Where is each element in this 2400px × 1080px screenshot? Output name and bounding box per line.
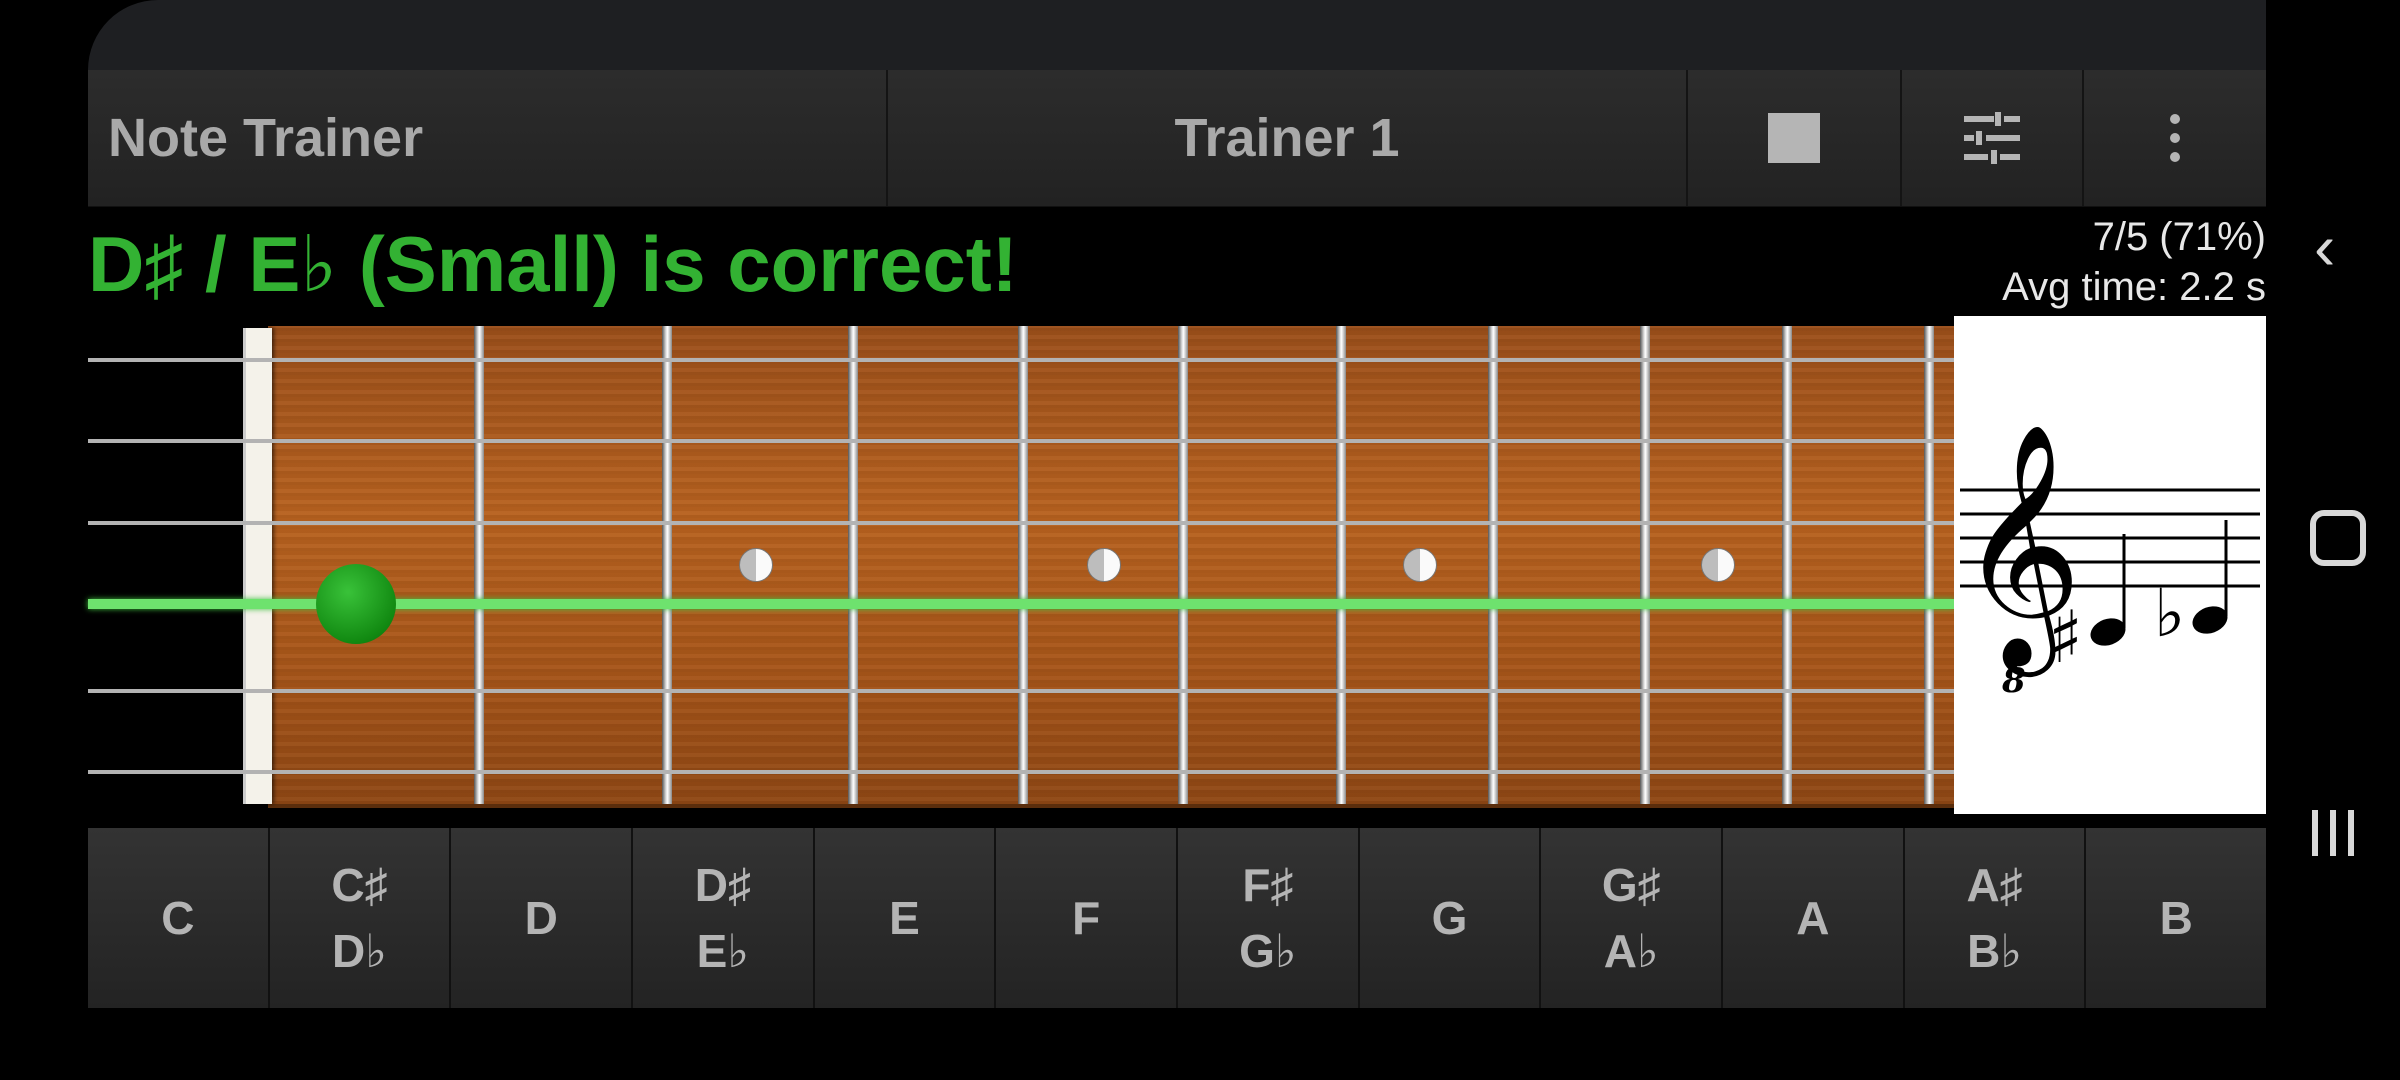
- fret-6: [1336, 326, 1346, 804]
- note-buttons: C C♯ D♭ D D♯ E♭ E F F♯ G♭ G G♯ A♭ A A♯ B♭ B: [88, 828, 2267, 1008]
- status-bar-area: [88, 0, 2266, 70]
- fret-7: [1488, 326, 1498, 804]
- more-options-button[interactable]: [2084, 70, 2266, 206]
- sharp-accidental-icon: ♯: [2048, 595, 2083, 679]
- note-button-g-sharp[interactable]: G♯ A♭: [1541, 828, 1724, 1008]
- fret-9: [1782, 326, 1792, 804]
- fretboard[interactable]: [88, 326, 1954, 808]
- fret-3: [848, 326, 858, 804]
- score-text: 7/5 (71%): [2092, 215, 2266, 259]
- sheet-music-panel: 𝄞 8 ♯ ♭: [1954, 316, 2266, 814]
- fret-inlay: [1701, 548, 1735, 582]
- staff-notation: 𝄞 8 ♯ ♭: [1958, 421, 2260, 701]
- trainer-selector[interactable]: Trainer 1: [888, 70, 1688, 206]
- stop-icon: [1768, 113, 1820, 163]
- back-nav-icon[interactable]: ‹: [2314, 210, 2335, 284]
- answer-marker: [316, 564, 396, 644]
- app-toolbar: Note Trainer Trainer 1: [88, 70, 2266, 207]
- fret-1: [474, 326, 484, 804]
- fret-8: [1640, 326, 1650, 804]
- note-button-g[interactable]: G: [1359, 828, 1542, 1008]
- settings-button[interactable]: [1902, 70, 2084, 206]
- flat-accidental-icon: ♭: [2154, 575, 2185, 652]
- system-navigation-bar: ‹: [2290, 0, 2400, 1080]
- stop-button[interactable]: [1688, 70, 1902, 206]
- note-button-b[interactable]: B: [2086, 828, 2267, 1008]
- fret-inlay: [739, 548, 773, 582]
- note-button-a[interactable]: A: [1723, 828, 1905, 1008]
- note-button-d[interactable]: D: [451, 828, 634, 1008]
- note-button-e[interactable]: E: [814, 828, 997, 1008]
- app-title: Note Trainer: [88, 70, 888, 206]
- avg-time-text: Avg time: 2.2 s: [2002, 265, 2266, 309]
- stats: 7/5 (71%) Avg time: 2.2 s: [2002, 212, 2266, 312]
- tune-settings-icon: [1964, 112, 2020, 164]
- note-button-c[interactable]: C: [88, 828, 270, 1008]
- string-5: [88, 689, 1954, 693]
- string-1: [88, 358, 1954, 362]
- note-button-f-sharp[interactable]: F♯ G♭: [1178, 828, 1360, 1008]
- recents-nav-icon[interactable]: [2312, 810, 2354, 856]
- fret-10: [1924, 326, 1934, 804]
- fret-inlay: [1087, 548, 1121, 582]
- string-6: [88, 770, 1954, 774]
- fret-4: [1018, 326, 1028, 804]
- note-button-d-sharp[interactable]: D♯ E♭: [633, 828, 815, 1008]
- note-button-a-sharp[interactable]: A♯ B♭: [1904, 828, 2087, 1008]
- string-3: [88, 521, 1954, 525]
- string-2: [88, 439, 1954, 443]
- note-button-f[interactable]: F: [996, 828, 1179, 1008]
- note-button-c-sharp[interactable]: C♯ D♭: [269, 828, 452, 1008]
- fret-5: [1178, 326, 1188, 804]
- nut: [243, 328, 272, 804]
- fret-2: [662, 326, 672, 804]
- feedback-message: D♯ / E♭ (Small) is correct!: [88, 220, 1018, 308]
- home-nav-icon[interactable]: [2310, 510, 2366, 566]
- octave-8-mark: 8: [2001, 661, 2026, 701]
- more-vert-icon: [2170, 114, 2180, 162]
- fret-inlay: [1403, 548, 1437, 582]
